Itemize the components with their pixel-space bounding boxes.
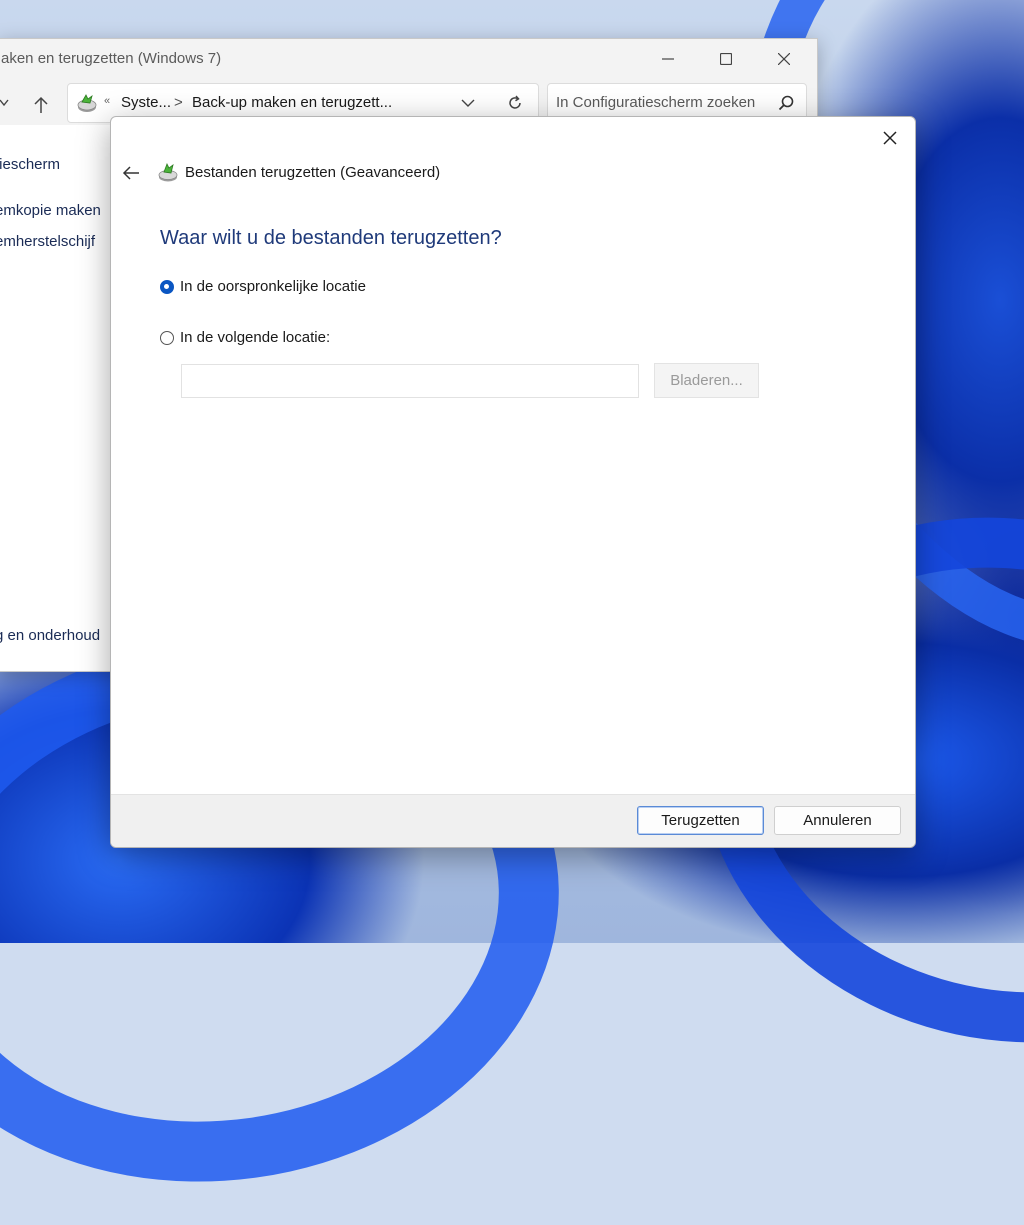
search-icon[interactable]: [778, 95, 794, 111]
dialog-footer: Terugzetten Annuleren: [111, 794, 915, 847]
radio-following-location[interactable]: In de volgende locatie:: [160, 329, 330, 346]
chevron-down-icon[interactable]: [461, 98, 475, 108]
sidebar-link[interactable]: g en onderhoud: [0, 627, 100, 644]
close-icon: [883, 131, 897, 145]
sidebar-link[interactable]: emherstelschijf: [0, 233, 95, 250]
window-title: aken en terugzetten (Windows 7): [1, 50, 222, 67]
close-dialog-button[interactable]: [875, 123, 905, 153]
radio-label[interactable]: In de oorspronkelijke locatie: [180, 278, 366, 295]
minimize-button[interactable]: [645, 43, 691, 75]
breadcrumb-segment[interactable]: Syste...: [121, 94, 171, 111]
search-placeholder: In Configuratiescherm zoeken: [556, 94, 756, 111]
dialog-question: Waar wilt u de bestanden terugzetten?: [160, 227, 502, 249]
maximize-icon: [720, 53, 732, 65]
dialog-title: Bestanden terugzetten (Geavanceerd): [185, 164, 441, 181]
location-input[interactable]: [181, 364, 639, 398]
radio-button[interactable]: [160, 330, 174, 345]
refresh-icon[interactable]: [506, 94, 524, 112]
breadcrumb-separator: >: [174, 94, 183, 111]
radio-original-location[interactable]: In de oorspronkelijke locatie: [160, 278, 366, 295]
restore-button[interactable]: Terugzetten: [637, 806, 764, 835]
window-titlebar[interactable]: aken en terugzetten (Windows 7): [0, 39, 817, 79]
cancel-button[interactable]: Annuleren: [774, 806, 901, 835]
backup-restore-icon: [77, 94, 97, 112]
sidebar-link[interactable]: tiescherm: [0, 156, 60, 173]
restore-files-dialog[interactable]: Bestanden terugzetten (Geavanceerd) Waar…: [110, 116, 916, 848]
browse-button[interactable]: Bladeren...: [654, 363, 759, 398]
close-window-button[interactable]: [761, 43, 807, 75]
breadcrumb-overflow[interactable]: «: [104, 95, 110, 107]
chevron-down-icon[interactable]: [0, 97, 9, 111]
back-button[interactable]: [119, 161, 143, 185]
maximize-button[interactable]: [703, 43, 749, 75]
sidebar-link[interactable]: emkopie maken: [0, 202, 101, 219]
up-arrow-icon[interactable]: [33, 96, 49, 114]
breadcrumb-segment[interactable]: Back-up maken en terugzett...: [192, 94, 392, 111]
radio-label[interactable]: In de volgende locatie:: [180, 329, 330, 346]
minimize-icon: [662, 58, 674, 60]
close-icon: [778, 53, 790, 65]
back-arrow-icon: [122, 166, 139, 180]
backup-restore-icon: [158, 163, 178, 182]
radio-button-checked[interactable]: [160, 279, 174, 294]
